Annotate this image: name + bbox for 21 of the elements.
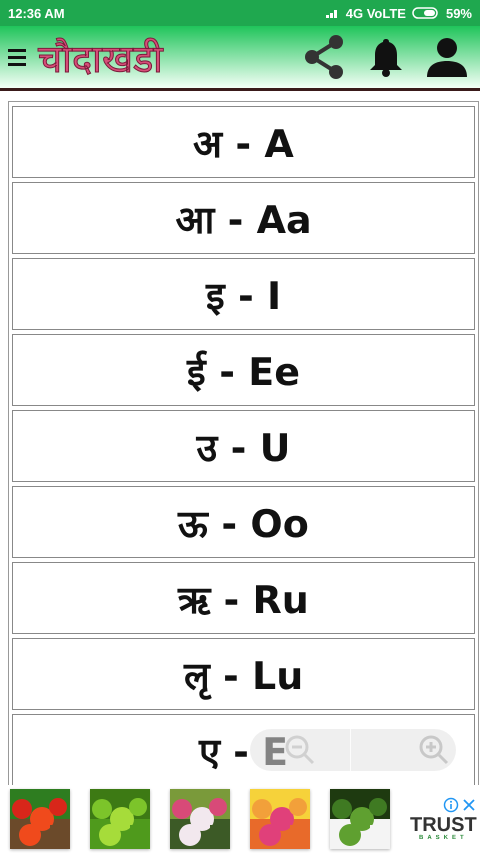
battery-icon — [412, 7, 440, 19]
close-icon[interactable] — [460, 797, 477, 813]
app-title: चौदाखडी — [38, 36, 163, 83]
signal-icon — [326, 8, 340, 18]
notification-bell-icon[interactable] — [368, 37, 404, 77]
clock: 12:36 AM — [8, 6, 65, 20]
letter-row[interactable]: उ - U — [12, 410, 475, 482]
letter-row[interactable]: अ - A — [12, 106, 475, 178]
letter-row[interactable]: लृ - Lu — [12, 638, 475, 710]
info-icon[interactable] — [442, 797, 459, 813]
letter-row[interactable]: आ - Aa — [12, 182, 475, 254]
letter-row[interactable]: ई - Ee — [12, 334, 475, 406]
user-icon[interactable] — [426, 37, 468, 77]
letter-row[interactable]: इ - I — [12, 258, 475, 330]
share-icon[interactable] — [302, 34, 346, 80]
letter-row[interactable]: ऋ - Ru — [12, 562, 475, 634]
brand-logo: TRUST — [410, 815, 477, 835]
menu-icon[interactable] — [8, 47, 26, 67]
battery-level: 59% — [446, 6, 472, 20]
letter-row[interactable]: ऊ - Oo — [12, 486, 475, 558]
network-label: 4G VoLTE — [346, 6, 406, 20]
